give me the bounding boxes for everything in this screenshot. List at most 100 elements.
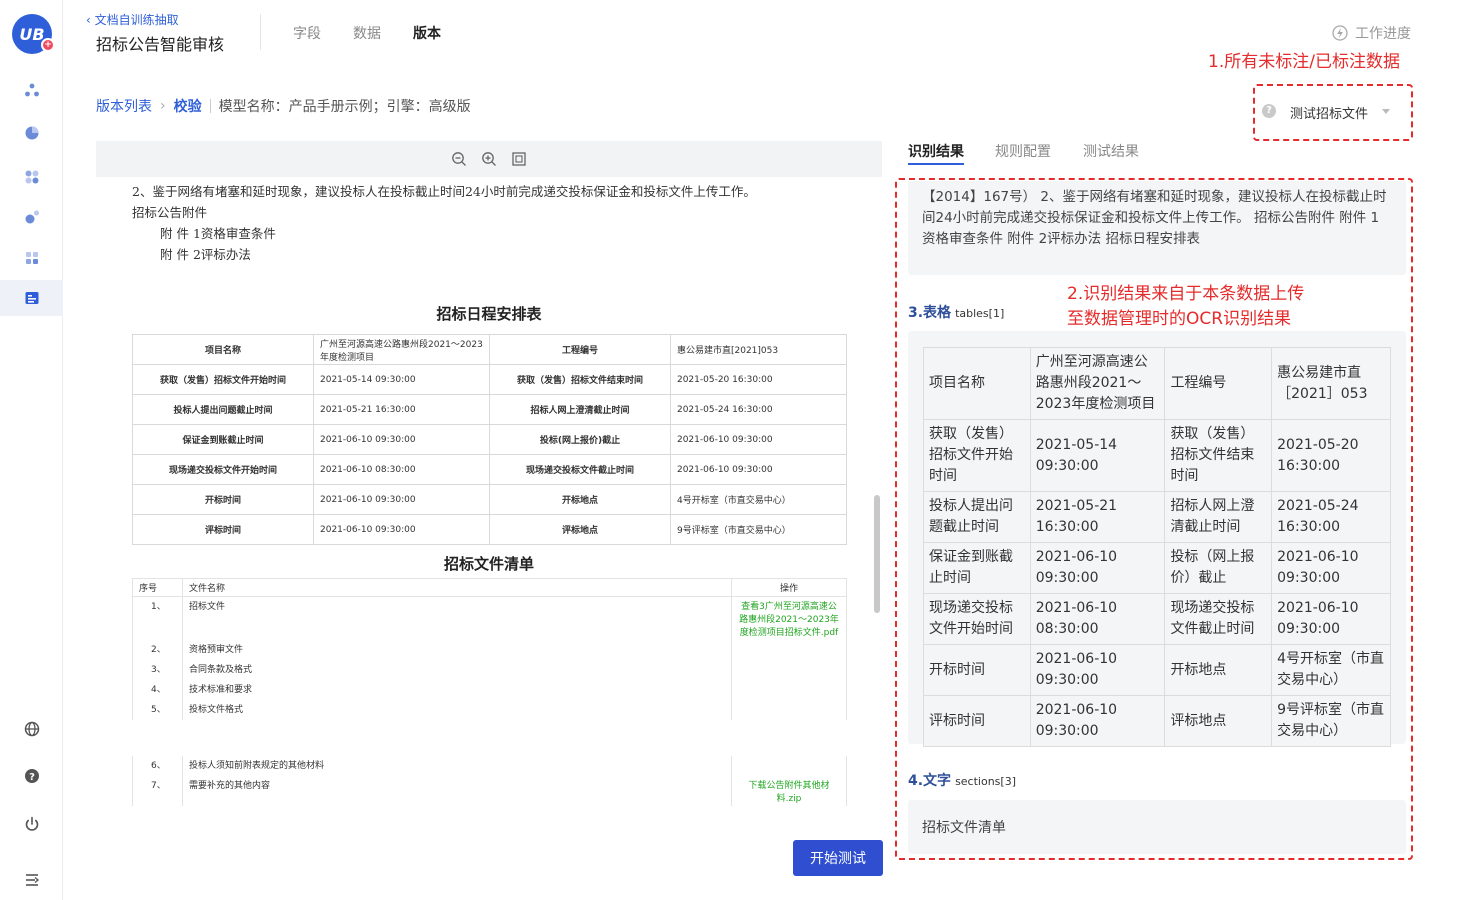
- list-item: 1、 招标文件 查看3广州至河源高速公路惠州段2021～2023年度检测项目招标文件…: [132, 596, 847, 640]
- tab-version[interactable]: 版本: [413, 23, 441, 43]
- table-cell: 现场递交投标文件开始时间: [132, 454, 314, 485]
- zoom-out-icon[interactable]: [451, 151, 467, 167]
- tab-test-result[interactable]: 测试结果: [1083, 141, 1139, 161]
- back-link-label: 文档自训练抽取: [94, 13, 179, 27]
- sidebar-item-logout[interactable]: [0, 806, 63, 842]
- table-cell: 2021-06-10 09:30:00: [669, 454, 848, 485]
- list-item: 5、 投标文件格式: [132, 700, 847, 720]
- table-cell: 2021-06-10 09:30:00: [669, 424, 848, 455]
- breadcrumb-current: 校验: [173, 99, 202, 115]
- caret-down-icon: [1382, 109, 1390, 114]
- sidebar-item-grid[interactable]: [0, 240, 63, 276]
- lightning-icon: [1332, 25, 1348, 41]
- annotation-note-2b: 至数据管理时的OCR识别结果: [1067, 309, 1292, 329]
- sidebar-item-language[interactable]: [0, 711, 63, 747]
- start-test-button[interactable]: 开始测试: [793, 840, 883, 876]
- table-cell: 投标(网上报价)截止: [488, 424, 671, 455]
- table-header-row: 序号 文件名称 操作: [132, 578, 847, 597]
- table-cell: 技术标准和要求: [182, 680, 732, 700]
- file-action-link: [731, 660, 847, 680]
- sidebar-item-pie[interactable]: [0, 115, 63, 151]
- sidebar-item-nodes[interactable]: [0, 199, 63, 235]
- sidebar-collapse-button[interactable]: [0, 862, 63, 898]
- table-row: 现场递交投标文件开始时间 2021-06-10 08:30:00 现场递交投标文件截…: [132, 454, 848, 485]
- tab-rule-config[interactable]: 规则配置: [995, 141, 1051, 161]
- list-item: 2、 资格预审文件: [132, 640, 847, 660]
- file-action-link[interactable]: 下载公告附件其他材料.zip: [731, 776, 847, 806]
- table-cell: 评标时间: [132, 514, 314, 545]
- table-cell: 需要补充的其他内容: [182, 776, 732, 806]
- table-cell: 2、: [132, 640, 183, 660]
- table-cell: 惠公易建市直[2021]053: [669, 334, 848, 365]
- app-logo[interactable]: UB +: [12, 14, 55, 54]
- table-header-cell: 操作: [731, 578, 847, 597]
- table-cell: 3、: [132, 660, 183, 680]
- table-cell: 9号评标室（市直交易中心）: [669, 514, 848, 545]
- app-title: 招标公告智能审核: [96, 35, 225, 54]
- table-cell: 资格预审文件: [182, 640, 732, 660]
- active-tab-indicator: [908, 163, 964, 165]
- table-cell: 2021-05-20 16:30:00: [669, 364, 848, 395]
- help-icon[interactable]: ?: [1262, 104, 1276, 118]
- tab-fields[interactable]: 字段: [293, 23, 321, 43]
- document-chart-icon: [25, 292, 38, 304]
- table-cell: 4号开标室（市直交易中心）: [669, 484, 848, 515]
- table-cell: 合同条款及格式: [182, 660, 732, 680]
- table-cell: 1、: [132, 596, 183, 640]
- test-file-select-value: 测试招标文件: [1290, 106, 1369, 122]
- file-action-link: [731, 640, 847, 660]
- list-item: 7、 需要补充的其他内容 下载公告附件其他材料.zip: [132, 776, 847, 806]
- doc-line: 附 件 1资格审查条件: [160, 226, 276, 241]
- apps-icon: [25, 170, 38, 184]
- sidebar-item-doc-extract[interactable]: [0, 280, 63, 316]
- table-cell: 7、: [132, 776, 183, 806]
- annotation-note-2a: 2.识别结果来自于本条数据上传: [1067, 284, 1305, 304]
- document-body-text: 2、鉴于网络有堵塞和延时现象，建议投标人在投标截止时间24小时前完成递交投标保证…: [96, 177, 882, 265]
- tab-data[interactable]: 数据: [353, 23, 381, 43]
- table-row: 项目名称 广州至河源高速公路惠州段2021～2023年度检测项目 工程编号 惠公易建市…: [132, 334, 848, 365]
- table-cell: 2021-06-10 09:30:00: [313, 484, 490, 515]
- table-cell: 5、: [132, 700, 183, 720]
- list-item: 6、 投标人须知前附表规定的其他材料: [132, 756, 847, 776]
- table-cell: 2021-06-10 09:30:00: [313, 514, 490, 545]
- schedule-table: 项目名称 广州至河源高速公路惠州段2021～2023年度检测项目 工程编号 惠公易建市…: [132, 334, 848, 545]
- help-icon: ?: [24, 769, 39, 783]
- table-header-cell: 序号: [132, 578, 183, 597]
- work-progress-button[interactable]: 工作进度: [1331, 23, 1411, 43]
- table-row: 评标时间 2021-06-10 09:30:00 评标地点 9号评标室（市直交易中心）: [132, 514, 848, 545]
- doc-line: 2、鉴于网络有堵塞和延时现象，建议投标人在投标截止时间24小时前完成递交投标保证…: [132, 184, 756, 199]
- file-list-title: 招标文件清单: [443, 555, 534, 573]
- table-cell: 6、: [132, 756, 183, 776]
- test-file-select[interactable]: 测试招标文件: [1280, 96, 1400, 128]
- file-action-link[interactable]: 查看3广州至河源高速公路惠州段2021～2023年度检测项目招标文件.pdf: [731, 596, 847, 640]
- back-link[interactable]: ‹ 文档自训练抽取: [86, 11, 179, 28]
- sidebar-item-help[interactable]: ?: [0, 758, 63, 794]
- zoom-in-icon[interactable]: [481, 151, 497, 167]
- table-cell: 2021-05-14 09:30:00: [313, 364, 490, 395]
- table-row: 保证金到账截止时间 2021-06-10 09:30:00 投标(网上报价)截止 20…: [132, 424, 848, 455]
- breadcrumb-version-list[interactable]: 版本列表: [96, 96, 152, 116]
- table-cell: 工程编号: [488, 334, 671, 365]
- table-cell: 2021-06-10 08:30:00: [313, 454, 490, 485]
- tab-recognition-result[interactable]: 识别结果: [908, 141, 964, 161]
- preview-toolbar: [96, 141, 882, 177]
- table-cell: 招标文件: [182, 596, 732, 640]
- table-cell: 开标时间: [132, 484, 314, 515]
- table-cell: 2021-05-21 16:30:00: [313, 394, 490, 425]
- fit-screen-icon[interactable]: [511, 151, 527, 167]
- schedule-title: 招标日程安排表: [436, 305, 542, 323]
- document-preview: 2、鉴于网络有堵塞和延时现象，建议投标人在投标截止时间24小时前完成递交投标保证…: [96, 141, 882, 817]
- doc-line: 附 件 2评标办法: [160, 247, 251, 262]
- table-row: 开标时间 2021-06-10 09:30:00 开标地点 4号开标室（市直交易中心）: [132, 484, 848, 515]
- annotation-note-1: 1.所有未标注/已标注数据: [1208, 52, 1400, 72]
- table-cell: 招标人网上澄清截止时间: [488, 394, 671, 425]
- preview-scrollbar[interactable]: [874, 495, 880, 613]
- table-row: 获取（发售）招标文件开始时间 2021-05-14 09:30:00 获取（发售）招…: [132, 364, 848, 395]
- table-row: 投标人提出问题截止时间 2021-05-21 16:30:00 招标人网上澄清截止时…: [132, 394, 848, 425]
- sidebar-item-apps[interactable]: [0, 159, 63, 195]
- chevron-left-icon: ‹: [86, 13, 95, 27]
- globe-icon: [24, 721, 39, 737]
- collapse-menu-icon: [25, 874, 39, 886]
- model-info: 模型名称：产品手册示例；引擎：高级版: [218, 99, 471, 115]
- sidebar-item-cluster[interactable]: [0, 72, 63, 108]
